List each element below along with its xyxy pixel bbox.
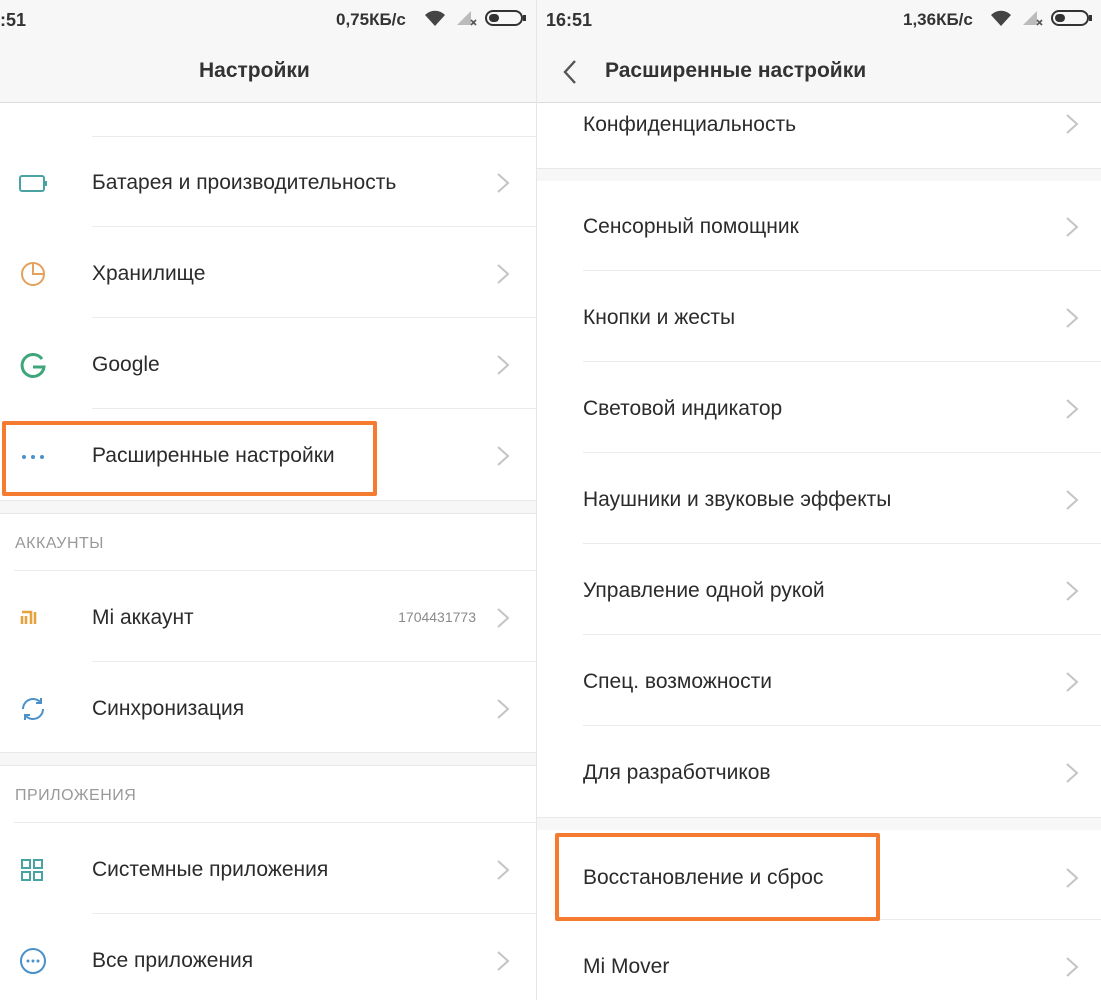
section-divider [537,168,1101,182]
list-item-backup-reset[interactable]: Восстановление и сброс [537,830,1101,920]
item-label: Синхронизация [92,697,245,720]
list-item-sync[interactable]: Синхронизация [0,663,536,753]
advanced-settings-screen: 16:51 1,36КБ/с Расширенные настройки Кон… [537,0,1101,1000]
status-time: 16:51 [546,10,593,30]
section-divider [0,500,536,514]
list-item-hidden[interactable] [0,103,536,137]
section-header-apps: ПРИЛОЖЕНИЯ [15,787,137,804]
storage-pie-icon [21,262,45,286]
item-label: Управление одной рукой [583,579,825,602]
wifi-icon [425,10,445,26]
item-label: Для разработчиков [583,761,771,784]
section-divider [537,817,1101,831]
list-item-google[interactable]: Google [0,319,536,409]
item-label: Световой индикатор [583,397,783,420]
list-item-led-indicator[interactable]: Световой индикатор [537,363,1101,453]
chevron-right-icon [497,446,510,466]
network-speed: 1,36КБ/с [903,10,973,29]
list-item-mi-mover[interactable]: Mi Mover [537,921,1101,1000]
list-item-accessibility[interactable]: Спец. возможности [537,636,1101,726]
chevron-right-icon [1066,399,1079,419]
item-label: Сенсорный помощник [583,215,799,238]
status-time: :51 [0,10,27,30]
network-speed: 0,75КБ/с [336,10,406,29]
list-item-storage[interactable]: Хранилище [0,228,536,318]
chevron-right-icon [1066,114,1079,134]
item-label: Кнопки и жесты [583,306,736,329]
chevron-right-icon [1066,763,1079,783]
header: Настройки [0,40,536,103]
chevron-right-icon [497,699,510,719]
chevron-right-icon [497,608,510,628]
google-icon [20,352,46,378]
list-item-all-apps[interactable]: Все приложения [0,915,536,1000]
status-bar: :51 0,75КБ/с [0,0,536,40]
battery-icon [19,175,47,192]
item-label: Google [92,353,160,376]
item-label: Системные приложения [92,858,329,881]
battery-status-icon [1051,10,1092,26]
item-label: Mi аккаунт [92,606,194,629]
chevron-right-icon [497,860,510,880]
list-item-headphones-effects[interactable]: Наушники и звуковые эффекты [537,454,1101,544]
list-item-advanced-settings[interactable]: Расширенные настройки [0,410,536,500]
item-label: Батарея и производительность [92,171,397,194]
list-item-buttons-gestures[interactable]: Кнопки и жесты [537,272,1101,362]
item-label: Все приложения [92,949,254,972]
item-label: Восстановление и сброс [583,866,824,889]
chevron-right-icon [497,173,510,193]
list-item-one-handed[interactable]: Управление одной рукой [537,545,1101,635]
chevron-right-icon [497,951,510,971]
signal-off-icon [457,11,477,26]
settings-screen: :51 0,75КБ/с Настройки Батарея и произво… [0,0,536,1000]
mi-logo-icon [20,610,37,624]
page-title: Настройки [199,59,310,82]
chevron-right-icon [1066,581,1079,601]
list-item-privacy[interactable]: Конфиденциальность [537,103,1101,168]
wifi-icon [991,10,1011,26]
section-header-accounts: АККАУНТЫ [15,535,104,552]
chevron-right-icon [1066,308,1079,328]
chevron-right-icon [1066,490,1079,510]
status-bar: 16:51 1,36КБ/с [537,0,1101,40]
battery-status-icon [485,10,526,26]
sync-icon [22,698,44,720]
chevron-right-icon [1066,957,1079,977]
signal-off-icon [1023,11,1043,26]
header: Расширенные настройки [537,40,1101,103]
chevron-right-icon [1066,217,1079,237]
all-apps-icon [20,948,46,974]
more-dots-icon [22,455,44,459]
list-item-mi-account[interactable]: Mi аккаунт 1704431773 [0,572,536,662]
item-label: Mi Mover [583,955,670,978]
item-label: Конфиденциальность [583,113,797,136]
list-item-touch-assistant[interactable]: Сенсорный помощник [537,181,1101,271]
chevron-right-icon [1066,672,1079,692]
item-label: Наушники и звуковые эффекты [583,488,892,511]
chevron-right-icon [497,264,510,284]
section-divider [0,752,536,766]
item-label: Хранилище [92,262,206,285]
list-item-developer-options[interactable]: Для разработчиков [537,727,1101,817]
back-arrow-icon[interactable] [559,58,583,86]
list-item-battery[interactable]: Батарея и производительность [0,137,536,227]
page-title: Расширенные настройки [605,59,867,82]
item-label: Спец. возможности [583,670,772,693]
grid-apps-icon [21,859,43,881]
chevron-right-icon [497,355,510,375]
account-id: 1704431773 [398,609,476,625]
item-label: Расширенные настройки [92,444,335,467]
list-item-system-apps[interactable]: Системные приложения [0,824,536,914]
chevron-right-icon [1066,868,1079,888]
